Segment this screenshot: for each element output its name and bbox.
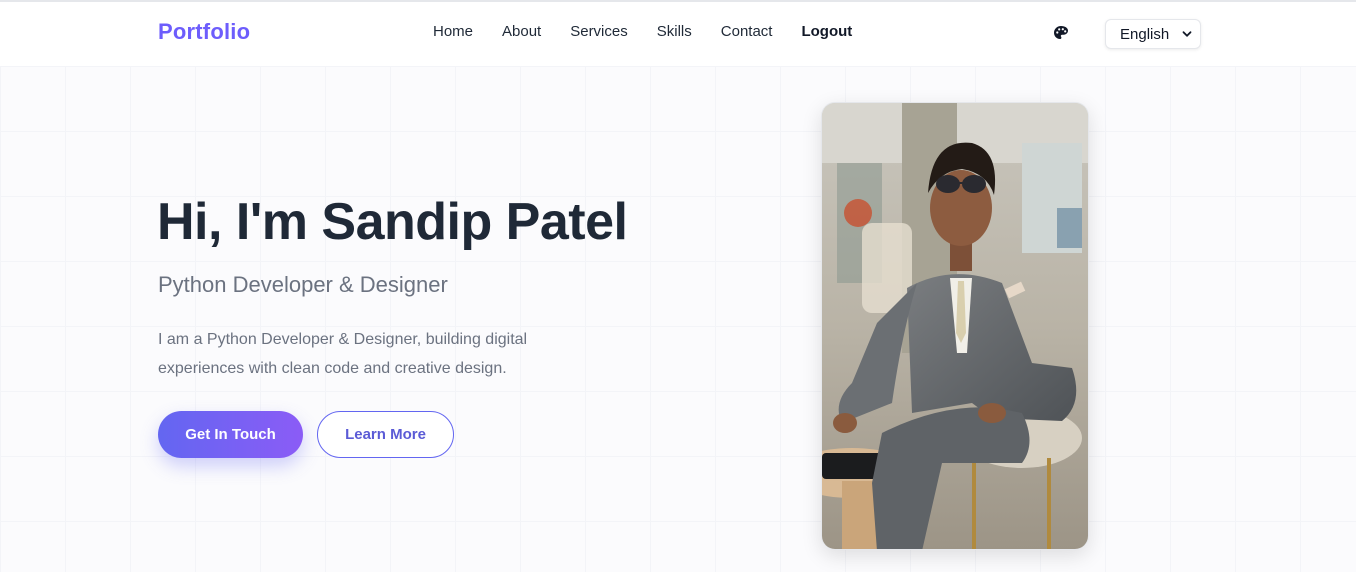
- nav-skills[interactable]: Skills: [657, 23, 692, 40]
- nav-logout[interactable]: Logout: [801, 23, 852, 40]
- palette-icon[interactable]: [1053, 25, 1069, 41]
- language-select[interactable]: English: [1105, 19, 1201, 49]
- nav-about[interactable]: About: [502, 23, 541, 40]
- profile-photo-illustration: [822, 103, 1088, 549]
- profile-photo: [821, 102, 1089, 550]
- language-selected: English: [1120, 25, 1170, 43]
- nav-services[interactable]: Services: [570, 23, 628, 40]
- logo[interactable]: Portfolio: [158, 19, 250, 45]
- hero-description: I am a Python Developer & Designer, buil…: [158, 331, 528, 377]
- nav-home[interactable]: Home: [433, 23, 473, 40]
- hero-subtitle: Python Developer & Designer: [158, 272, 448, 297]
- main-nav: Home About Services Skills Contact Logou…: [433, 23, 852, 40]
- chevron-down-icon: [1182, 31, 1192, 37]
- get-in-touch-button[interactable]: Get In Touch: [158, 411, 303, 458]
- hero-title: Hi, I'm Sandip Patel: [157, 193, 628, 251]
- background-grid: [0, 66, 1356, 572]
- navbar: Portfolio Home About Services Skills Con…: [0, 2, 1356, 66]
- nav-contact[interactable]: Contact: [721, 23, 773, 40]
- learn-more-button[interactable]: Learn More: [317, 411, 454, 458]
